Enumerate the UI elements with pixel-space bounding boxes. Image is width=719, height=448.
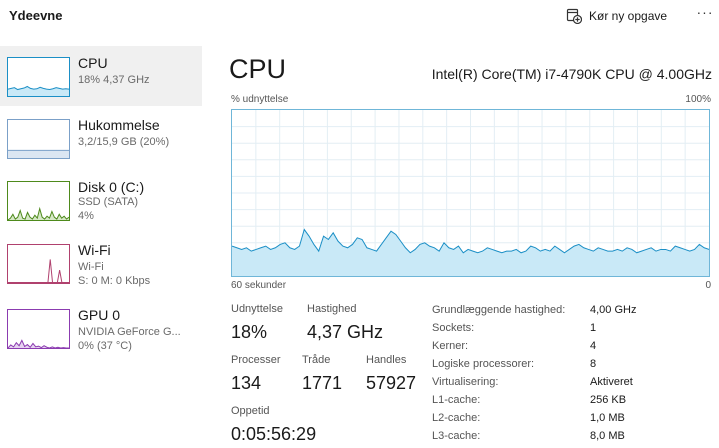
spec-logical-processors-value: 8 <box>590 358 597 370</box>
speed-value: 4,37 GHz <box>307 322 384 342</box>
wifi-thumbnail-graph <box>7 244 70 284</box>
sidebar-item-memory[interactable]: Hukommelse 3,2/15,9 GB (20%) <box>0 108 202 168</box>
sidebar-item-detail: 4% <box>78 210 94 222</box>
cpu-utilization-svg <box>232 110 709 276</box>
cpu-thumbnail-graph <box>7 57 70 97</box>
sidebar-item-label: Hukommelse <box>78 117 160 133</box>
sidebar-item-label: GPU 0 <box>78 307 121 323</box>
spec-virtualization-label: Virtualisering: <box>432 376 499 388</box>
threads-value: 1771 <box>302 373 343 393</box>
sidebar-item-disk[interactable]: Disk 0 (C:) SSD (SATA) 4% <box>0 170 202 230</box>
graph-ymax-label: 100% <box>685 94 711 105</box>
graph-ylabel: % udnyttelse <box>231 94 289 105</box>
memory-thumbnail-graph <box>7 119 70 159</box>
cpu-utilization-graph <box>231 109 710 277</box>
utilization-label: Udnyttelse <box>231 303 283 315</box>
run-task-label: Kør ny opgave <box>589 9 668 23</box>
spec-l3-cache-value: 8,0 MB <box>590 430 625 442</box>
spec-cores-value: 4 <box>590 340 597 352</box>
memory-thumbnail-fill <box>8 150 69 158</box>
spec-cores-label: Kerner: <box>432 340 469 352</box>
graph-time-start-label: 60 sekunder <box>231 280 287 291</box>
page-title: Ydeevne <box>9 8 63 23</box>
processes-label: Processer <box>231 354 281 366</box>
spec-virtualization-value: Aktiveret <box>590 376 633 388</box>
cpu-detail-panel: CPU Intel(R) Core(TM) i7-4790K CPU @ 4.0… <box>222 46 719 448</box>
disk-thumbnail-graph <box>7 181 70 221</box>
handles-label: Handles <box>366 354 407 366</box>
spec-l1-cache-value: 256 KB <box>590 394 627 406</box>
utilization-value: 18% <box>231 322 268 342</box>
more-options-button[interactable]: ··· <box>694 4 716 26</box>
threads-label: Tråde <box>302 354 331 366</box>
sidebar-item-label: CPU <box>78 55 108 71</box>
sidebar-item-detail: 0% (37 °C) <box>78 340 132 352</box>
spec-base-speed-label: Grundlæggende hastighed: <box>432 304 566 316</box>
sidebar-item-detail: 3,2/15,9 GB (20%) <box>78 136 170 148</box>
sidebar-item-detail: Wi-Fi <box>78 261 104 273</box>
sidebar-item-detail: NVIDIA GeForce G... <box>78 326 181 338</box>
sidebar-item-cpu[interactable]: CPU 18% 4,37 GHz <box>0 46 202 106</box>
cpu-heading: CPU <box>229 54 287 84</box>
sidebar-item-detail: SSD (SATA) <box>78 196 139 208</box>
spec-base-speed-value: 4,00 GHz <box>590 304 637 316</box>
run-new-task-button[interactable]: Kør ny opgave <box>566 5 667 27</box>
speed-label: Hastighed <box>307 303 357 315</box>
spec-l2-cache-label: L2-cache: <box>432 412 481 424</box>
spec-l2-cache-value: 1,0 MB <box>590 412 625 424</box>
processes-value: 134 <box>231 373 262 393</box>
sidebar-item-detail: 18% 4,37 GHz <box>78 74 150 86</box>
wifi-thumbnail-line <box>8 259 69 283</box>
spec-logical-processors-label: Logiske processorer: <box>432 358 535 370</box>
spec-l1-cache-label: L1-cache: <box>432 394 481 406</box>
gpu-thumbnail-graph <box>7 309 70 349</box>
handles-value: 57927 <box>366 373 417 393</box>
sidebar-item-detail: S: 0 M: 0 Kbps <box>78 275 151 287</box>
graph-time-end-label: 0 <box>705 280 711 291</box>
header: Ydeevne Kør ny opgave ··· <box>0 0 719 34</box>
uptime-label: Oppetid <box>231 405 270 417</box>
cpu-model-name: Intel(R) Core(TM) i7-4790K CPU @ 4.00GHz <box>431 66 712 82</box>
spec-sockets-value: 1 <box>590 322 597 334</box>
sidebar-item-label: Wi-Fi <box>78 242 111 258</box>
spec-l3-cache-label: L3-cache: <box>432 430 481 442</box>
uptime-value: 0:05:56:29 <box>231 424 317 444</box>
sidebar-item-gpu[interactable]: GPU 0 NVIDIA GeForce G... 0% (37 °C) <box>0 298 202 358</box>
sidebar-item-wifi[interactable]: Wi-Fi Wi-Fi S: 0 M: 0 Kbps <box>0 233 202 293</box>
spec-sockets-label: Sockets: <box>432 322 475 334</box>
run-task-icon <box>566 8 582 24</box>
sidebar-item-label: Disk 0 (C:) <box>78 179 145 195</box>
